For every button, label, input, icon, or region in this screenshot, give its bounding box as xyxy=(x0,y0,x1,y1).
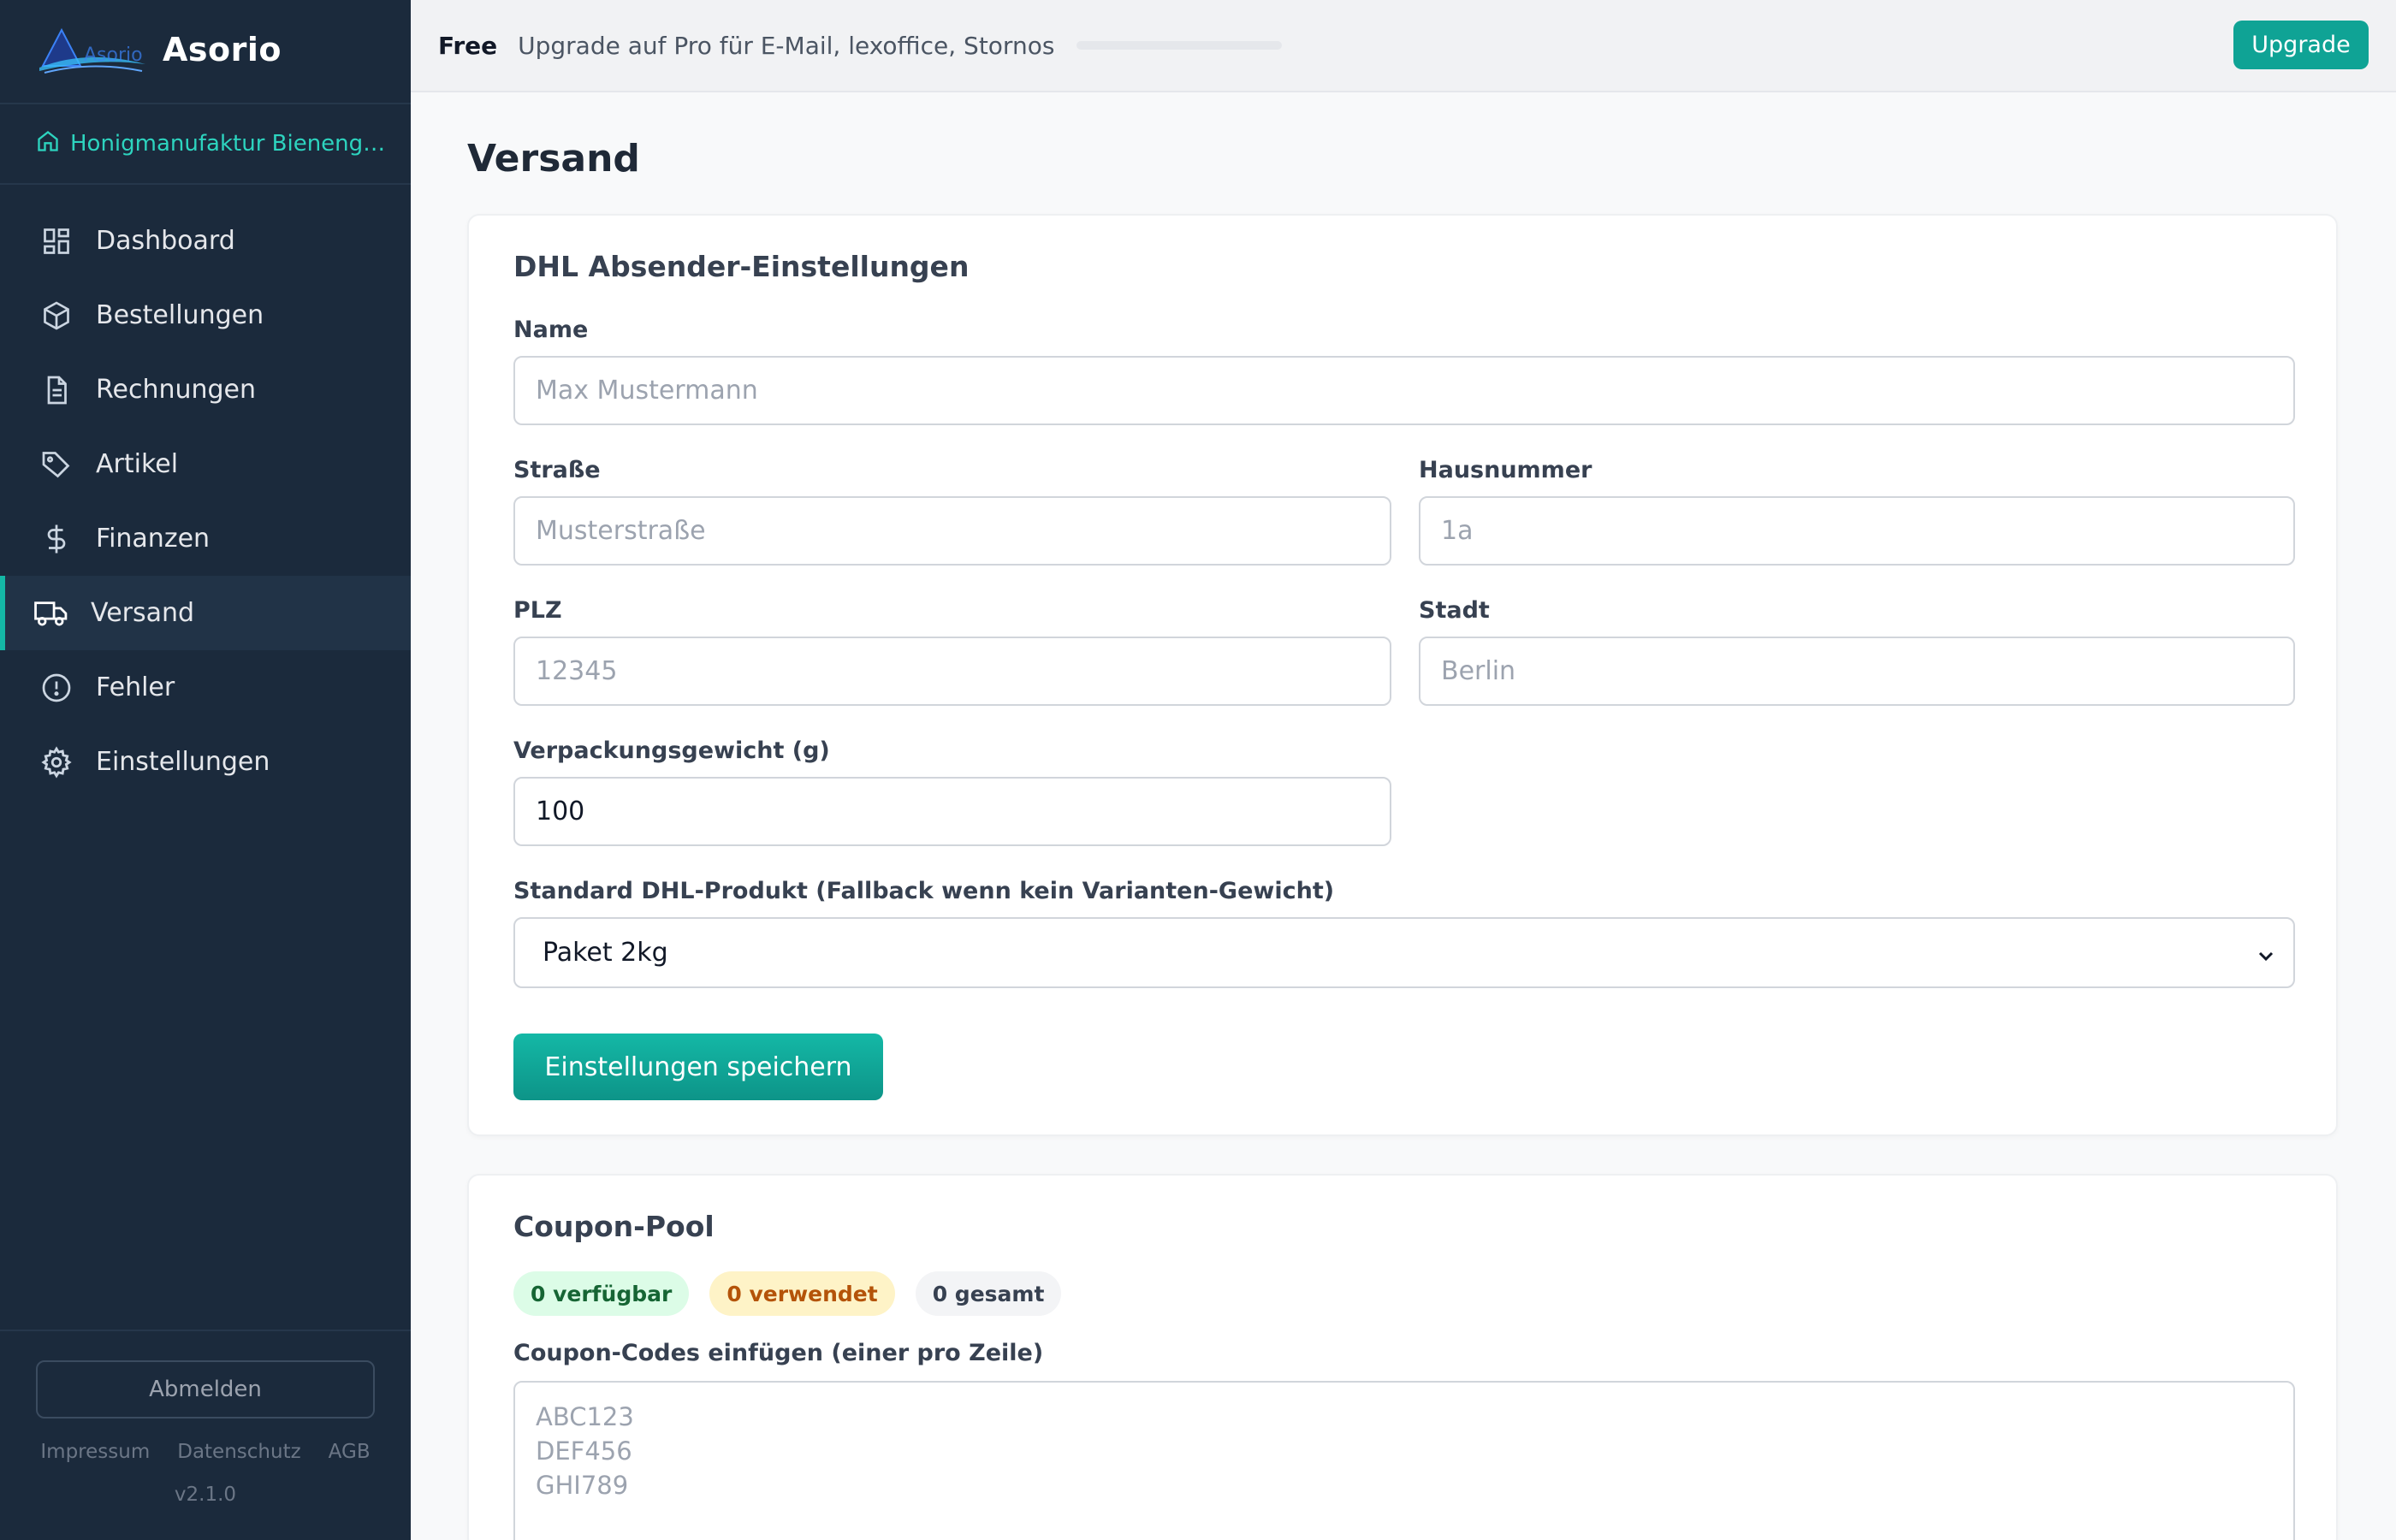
page-title: Versand xyxy=(467,137,640,181)
sidebar-item-bestellungen[interactable]: Bestellungen xyxy=(0,278,411,352)
footer-link-datenschutz[interactable]: Datenschutz xyxy=(177,1441,300,1463)
used-badge: 0 verwendet xyxy=(709,1271,895,1316)
sidebar-item-fehler[interactable]: Fehler xyxy=(0,650,411,725)
sidebar-item-artikel[interactable]: Artikel xyxy=(0,427,411,501)
street-label: Straße xyxy=(513,457,601,483)
weight-label: Verpackungsgewicht (g) xyxy=(513,737,830,764)
sidebar: Asorio Asorio Honigmanufaktur Bienenglüc… xyxy=(0,0,411,1540)
dhl-settings-card: DHL Absender-Einstellungen Name Max Must… xyxy=(467,214,2338,1136)
logo: Asorio xyxy=(36,23,147,80)
usage-progress-bar xyxy=(1076,41,1283,50)
city-label: Stadt xyxy=(1419,597,1490,624)
logout-button[interactable]: Abmelden xyxy=(36,1360,375,1419)
coupon-codes-textarea[interactable]: ABC123 DEF456 GHI789 xyxy=(513,1381,2295,1540)
brand[interactable]: Asorio Asorio xyxy=(0,0,411,104)
main-nav: Dashboard Bestellungen Rechnungen Artike… xyxy=(0,204,411,799)
available-badge: 0 verfügbar xyxy=(513,1271,690,1316)
save-settings-button[interactable]: Einstellungen speichern xyxy=(513,1034,883,1100)
zip-input[interactable]: 12345 xyxy=(513,637,1391,706)
sidebar-item-label: Bestellungen xyxy=(96,300,264,330)
grid-icon xyxy=(39,224,74,258)
box-icon xyxy=(39,299,74,333)
sidebar-item-label: Dashboard xyxy=(96,226,235,256)
tag-icon xyxy=(39,447,74,482)
version-label: v2.1.0 xyxy=(174,1484,237,1506)
store-selector[interactable]: Honigmanufaktur Bienenglück xyxy=(0,104,411,185)
sidebar-item-dashboard[interactable]: Dashboard xyxy=(0,204,411,278)
sidebar-footer: Abmelden Impressum Datenschutz AGB v2.1.… xyxy=(0,1330,411,1540)
coupon-pool-title: Coupon-Pool xyxy=(513,1210,715,1243)
sidebar-item-finanzen[interactable]: Finanzen xyxy=(0,501,411,576)
gear-icon xyxy=(39,745,74,779)
footer-link-agb[interactable]: AGB xyxy=(329,1441,371,1463)
sidebar-item-label: Artikel xyxy=(96,449,179,479)
product-label: Standard DHL-Produkt (Fallback wenn kein… xyxy=(513,878,1335,904)
sidebar-item-label: Einstellungen xyxy=(96,747,270,777)
name-label: Name xyxy=(513,317,589,343)
coupon-stats: 0 verfügbar 0 verwendet 0 gesamt xyxy=(513,1271,1062,1316)
sidebar-item-rechnungen[interactable]: Rechnungen xyxy=(0,352,411,427)
dhl-settings-title: DHL Absender-Einstellungen xyxy=(513,250,970,283)
chevron-down-icon xyxy=(2256,943,2276,973)
total-badge: 0 gesamt xyxy=(915,1271,1062,1316)
house-number-label: Hausnummer xyxy=(1419,457,1592,483)
plan-label: Free xyxy=(438,31,498,60)
dhl-product-selected: Paket 2kg xyxy=(543,938,668,968)
coupon-codes-label: Coupon-Codes einfügen (einer pro Zeile) xyxy=(513,1340,1044,1366)
city-input[interactable]: Berlin xyxy=(1419,637,2295,706)
store-name: Honigmanufaktur Bienenglück xyxy=(70,131,387,157)
upsell-text: Upgrade auf Pro für E-Mail, lexoffice, S… xyxy=(518,31,1055,60)
upgrade-button[interactable]: Upgrade xyxy=(2233,21,2369,69)
logo-wordmark: Asorio xyxy=(84,44,143,66)
sidebar-item-versand[interactable]: Versand xyxy=(0,576,411,650)
dhl-product-select[interactable]: Paket 2kg xyxy=(513,917,2295,988)
app-name: Asorio xyxy=(163,31,282,68)
sidebar-item-label: Fehler xyxy=(96,672,175,702)
footer-link-impressum[interactable]: Impressum xyxy=(40,1441,150,1463)
house-number-input[interactable]: 1a xyxy=(1419,496,2295,566)
street-input[interactable]: Musterstraße xyxy=(513,496,1391,566)
weight-input[interactable]: 100 xyxy=(513,777,1391,846)
truck-icon xyxy=(34,596,68,631)
name-input[interactable]: Max Mustermann xyxy=(513,356,2295,425)
alert-circle-icon xyxy=(39,671,74,705)
sidebar-item-label: Finanzen xyxy=(96,524,211,554)
home-icon xyxy=(36,129,60,159)
dollar-icon xyxy=(39,522,74,556)
footer-links: Impressum Datenschutz AGB xyxy=(0,1441,411,1463)
sidebar-item-label: Rechnungen xyxy=(96,375,257,405)
sidebar-item-label: Versand xyxy=(91,598,195,628)
topbar: Free Upgrade auf Pro für E-Mail, lexoffi… xyxy=(411,0,2396,92)
coupon-pool-card: Coupon-Pool 0 verfügbar 0 verwendet 0 ge… xyxy=(467,1174,2338,1540)
zip-label: PLZ xyxy=(513,597,562,624)
document-icon xyxy=(39,373,74,407)
sidebar-item-einstellungen[interactable]: Einstellungen xyxy=(0,725,411,799)
